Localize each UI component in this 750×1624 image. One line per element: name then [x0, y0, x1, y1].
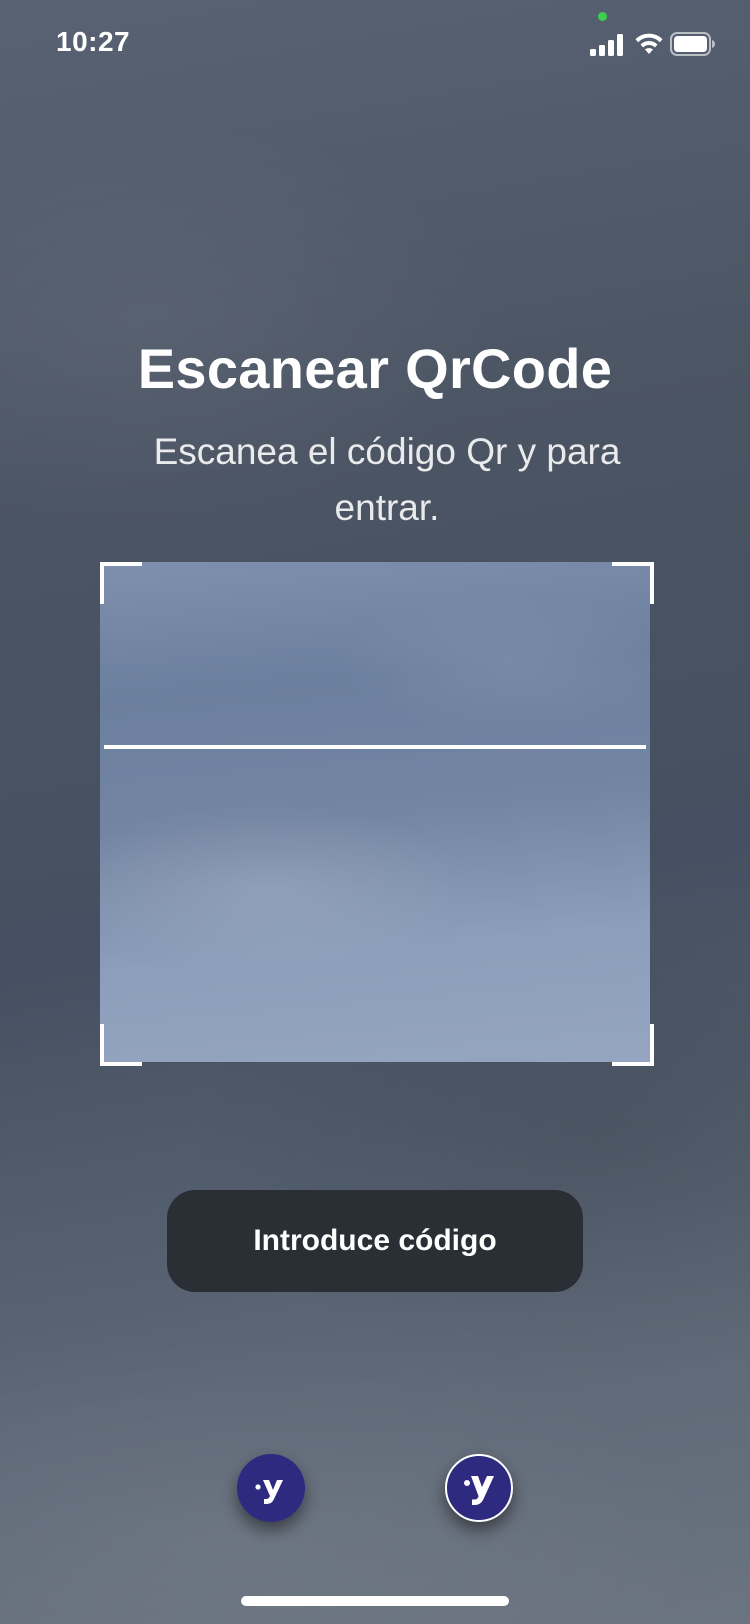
- scanner-corner-top-right: [612, 562, 654, 604]
- status-bar: 10:27: [0, 0, 750, 90]
- app-logo-glyph-large-icon: [464, 1476, 494, 1505]
- app-logo-glyph-icon: [255, 1480, 283, 1504]
- status-time: 10:27: [56, 26, 131, 57]
- scanner-corner-top-left: [100, 562, 142, 604]
- page-subtitle: Escanea el código Qr y para entrar.: [153, 431, 621, 528]
- home-indicator[interactable]: [241, 1596, 509, 1606]
- qr-scanner-viewport: [100, 562, 650, 1062]
- app-logo-icon[interactable]: [237, 1454, 305, 1522]
- signal-icon: [590, 34, 623, 56]
- page-title: Escanear QrCode: [137, 337, 613, 400]
- app-logo-icon-outlined[interactable]: [445, 1454, 513, 1522]
- mic-indicator-dot: [598, 12, 607, 21]
- battery-icon: [670, 32, 715, 56]
- scanner-corner-bottom-right: [612, 1024, 654, 1066]
- wifi-icon: [635, 33, 663, 54]
- enter-code-button[interactable]: Introduce código: [167, 1190, 583, 1292]
- scan-line: [104, 745, 646, 749]
- scanner-corner-bottom-left: [100, 1024, 142, 1066]
